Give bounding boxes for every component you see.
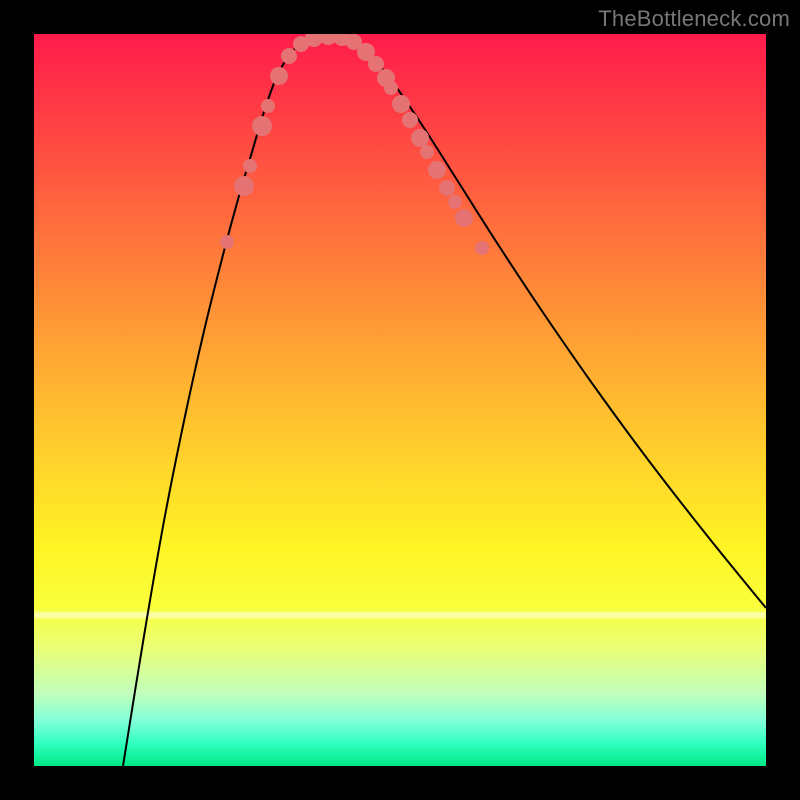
- marker-dots: [220, 34, 489, 255]
- marker-dot: [411, 129, 429, 147]
- marker-dot: [281, 48, 297, 64]
- marker-dot: [243, 159, 257, 173]
- marker-dot: [448, 195, 462, 209]
- marker-dot: [252, 116, 272, 136]
- marker-dot: [439, 180, 455, 196]
- marker-dot: [455, 209, 473, 227]
- marker-dot: [261, 99, 275, 113]
- bottleneck-curve: [123, 37, 766, 766]
- chart-frame: TheBottleneck.com: [0, 0, 800, 800]
- watermark-text: TheBottleneck.com: [598, 6, 790, 32]
- plot-area: [34, 34, 766, 766]
- marker-dot: [420, 145, 434, 159]
- marker-dot: [270, 67, 288, 85]
- marker-dot: [234, 176, 254, 196]
- chart-svg: [34, 34, 766, 766]
- marker-dot: [402, 112, 418, 128]
- marker-dot: [475, 241, 489, 255]
- curve-path: [123, 37, 766, 766]
- marker-dot: [384, 81, 398, 95]
- marker-dot: [220, 235, 234, 249]
- marker-dot: [428, 161, 446, 179]
- marker-dot: [368, 56, 384, 72]
- marker-dot: [392, 95, 410, 113]
